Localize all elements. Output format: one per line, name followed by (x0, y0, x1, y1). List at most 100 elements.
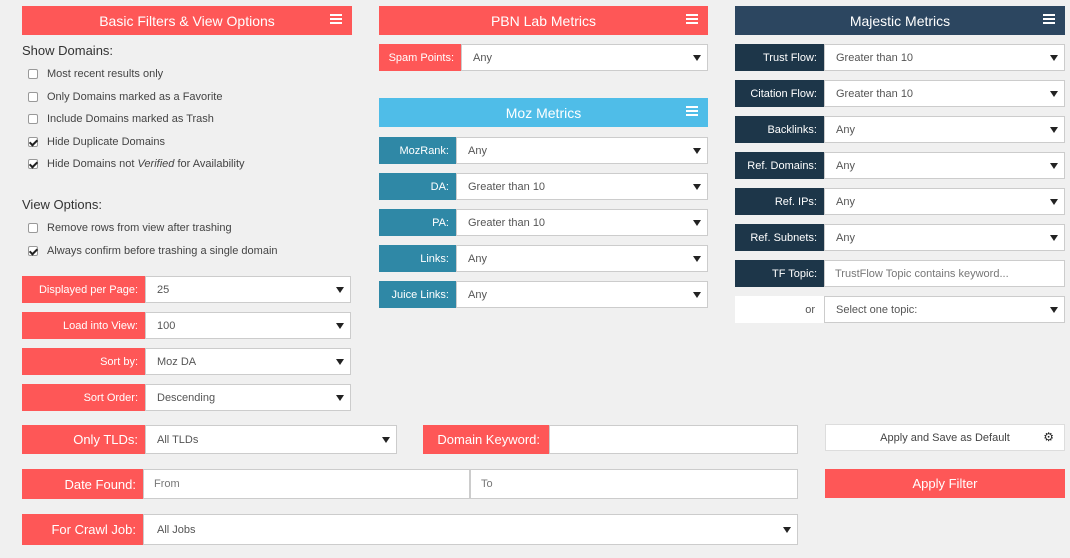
sort-by-label: Sort by: (22, 348, 145, 375)
sort-order-select[interactable]: Descending (145, 384, 351, 411)
pa-select[interactable]: Greater than 10 (456, 209, 708, 236)
checkbox-icon[interactable] (28, 159, 38, 169)
citation-flow-select[interactable]: Greater than 10 (824, 80, 1065, 107)
caret-down-icon (336, 394, 344, 401)
links-row: Links: Any (379, 245, 708, 272)
apply-save-default-button[interactable]: Apply and Save as Default ⚙ (825, 424, 1065, 451)
basic-filters-header[interactable]: Basic Filters & View Options (22, 6, 352, 35)
date-to-input[interactable]: To (470, 469, 798, 499)
sort-order-row: Sort Order: Descending (22, 384, 351, 411)
checkbox-favorites[interactable]: Only Domains marked as a Favorite (28, 91, 222, 103)
citation-flow-row: Citation Flow: Greater than 10 (735, 80, 1065, 107)
domain-keyword-label: Domain Keyword: (423, 425, 549, 454)
caret-down-icon (1050, 90, 1058, 97)
crawl-job-label: For Crawl Job: (22, 514, 143, 545)
checkbox-hide-unverified[interactable]: Hide Domains not Verified for Availabili… (28, 158, 245, 170)
checkbox-label: Include Domains marked as Trash (47, 113, 214, 125)
tf-topic-input[interactable]: TrustFlow Topic contains keyword... (824, 260, 1065, 287)
checkbox-icon[interactable] (28, 69, 38, 79)
juice-links-select[interactable]: Any (456, 281, 708, 308)
majestic-metrics-title: Majestic Metrics (849, 12, 951, 29)
checkbox-label: Hide Duplicate Domains (47, 136, 165, 148)
links-select[interactable]: Any (456, 245, 708, 272)
checkbox-trash[interactable]: Include Domains marked as Trash (28, 113, 214, 125)
caret-down-icon (693, 54, 701, 61)
crawl-job-row: For Crawl Job: All Jobs (22, 514, 798, 545)
backlinks-select[interactable]: Any (824, 116, 1065, 143)
displayed-per-page-row: Displayed per Page: 25 (22, 276, 351, 303)
checkbox-remove-rows[interactable]: Remove rows from view after trashing (28, 222, 232, 234)
apply-save-default-label: Apply and Save as Default (880, 431, 1010, 444)
ref-ips-row: Ref. IPs: Any (735, 188, 1065, 215)
checkbox-icon[interactable] (28, 246, 38, 256)
moz-metrics-title: Moz Metrics (505, 104, 582, 121)
checkbox-icon[interactable] (28, 114, 38, 124)
date-found-label: Date Found: (22, 469, 143, 499)
pa-row: PA: Greater than 10 (379, 209, 708, 236)
caret-down-icon (1050, 198, 1058, 205)
apply-filter-label: Apply Filter (912, 476, 978, 491)
sort-order-label: Sort Order: (22, 384, 145, 411)
ref-subnets-select[interactable]: Any (824, 224, 1065, 251)
pbn-metrics-title: PBN Lab Metrics (490, 12, 597, 29)
checkbox-most-recent[interactable]: Most recent results only (28, 68, 163, 80)
list-icon[interactable] (1043, 14, 1055, 25)
da-row: DA: Greater than 10 (379, 173, 708, 200)
majestic-metrics-header[interactable]: Majestic Metrics (735, 6, 1065, 35)
load-into-view-select[interactable]: 100 (145, 312, 351, 339)
pa-label: PA: (379, 209, 456, 236)
only-tlds-select[interactable]: All TLDs (145, 425, 397, 454)
caret-down-icon (336, 286, 344, 293)
da-label: DA: (379, 173, 456, 200)
juice-links-label: Juice Links: (379, 281, 456, 308)
checkbox-label: Always confirm before trashing a single … (47, 245, 278, 257)
only-tlds-row: Only TLDs: All TLDs (22, 425, 397, 454)
sort-by-select[interactable]: Moz DA (145, 348, 351, 375)
checkbox-hide-duplicates[interactable]: Hide Duplicate Domains (28, 136, 165, 148)
caret-down-icon (693, 147, 701, 154)
domain-keyword-row: Domain Keyword: (423, 425, 798, 454)
mozrank-select[interactable]: Any (456, 137, 708, 164)
checkbox-label: Remove rows from view after trashing (47, 222, 232, 234)
list-icon[interactable] (686, 106, 698, 117)
view-options-heading: View Options: (22, 197, 102, 212)
date-from-input[interactable]: From (143, 469, 470, 499)
pbn-metrics-header[interactable]: PBN Lab Metrics (379, 6, 708, 35)
list-icon[interactable] (330, 14, 342, 25)
checkbox-label: Most recent results only (47, 68, 164, 80)
da-select[interactable]: Greater than 10 (456, 173, 708, 200)
ref-domains-label: Ref. Domains: (735, 152, 824, 179)
list-icon[interactable] (686, 14, 698, 25)
displayed-per-page-select[interactable]: 25 (145, 276, 351, 303)
mozrank-label: MozRank: (379, 137, 456, 164)
checkbox-icon[interactable] (28, 223, 38, 233)
checkbox-icon[interactable] (28, 137, 38, 147)
caret-down-icon (693, 255, 701, 262)
basic-filters-title: Basic Filters & View Options (99, 12, 275, 29)
load-into-view-row: Load into View: 100 (22, 312, 351, 339)
checkbox-icon[interactable] (28, 92, 38, 102)
gear-icon: ⚙ (1043, 430, 1054, 444)
caret-down-icon (1050, 54, 1058, 61)
juice-links-row: Juice Links: Any (379, 281, 708, 308)
spam-points-select[interactable]: Any (461, 44, 708, 71)
caret-down-icon (382, 436, 390, 443)
trust-flow-select[interactable]: Greater than 10 (824, 44, 1065, 71)
checkbox-label: Only Domains marked as a Favorite (47, 91, 223, 103)
displayed-per-page-label: Displayed per Page: (22, 276, 145, 303)
ref-domains-select[interactable]: Any (824, 152, 1065, 179)
apply-filter-button[interactable]: Apply Filter (825, 469, 1065, 498)
ref-ips-select[interactable]: Any (824, 188, 1065, 215)
domain-keyword-input[interactable] (549, 425, 798, 454)
caret-down-icon (336, 358, 344, 365)
ref-domains-row: Ref. Domains: Any (735, 152, 1065, 179)
show-domains-heading: Show Domains: (22, 43, 114, 58)
spam-points-row: Spam Points: Any (379, 44, 708, 71)
moz-metrics-header[interactable]: Moz Metrics (379, 98, 708, 127)
checkbox-confirm-trash[interactable]: Always confirm before trashing a single … (28, 245, 278, 257)
load-into-view-label: Load into View: (22, 312, 145, 339)
topic-select-row: or Select one topic: (735, 296, 1065, 323)
spam-points-label: Spam Points: (379, 44, 461, 71)
crawl-job-select[interactable]: All Jobs (143, 514, 798, 545)
topic-select[interactable]: Select one topic: (824, 296, 1065, 323)
